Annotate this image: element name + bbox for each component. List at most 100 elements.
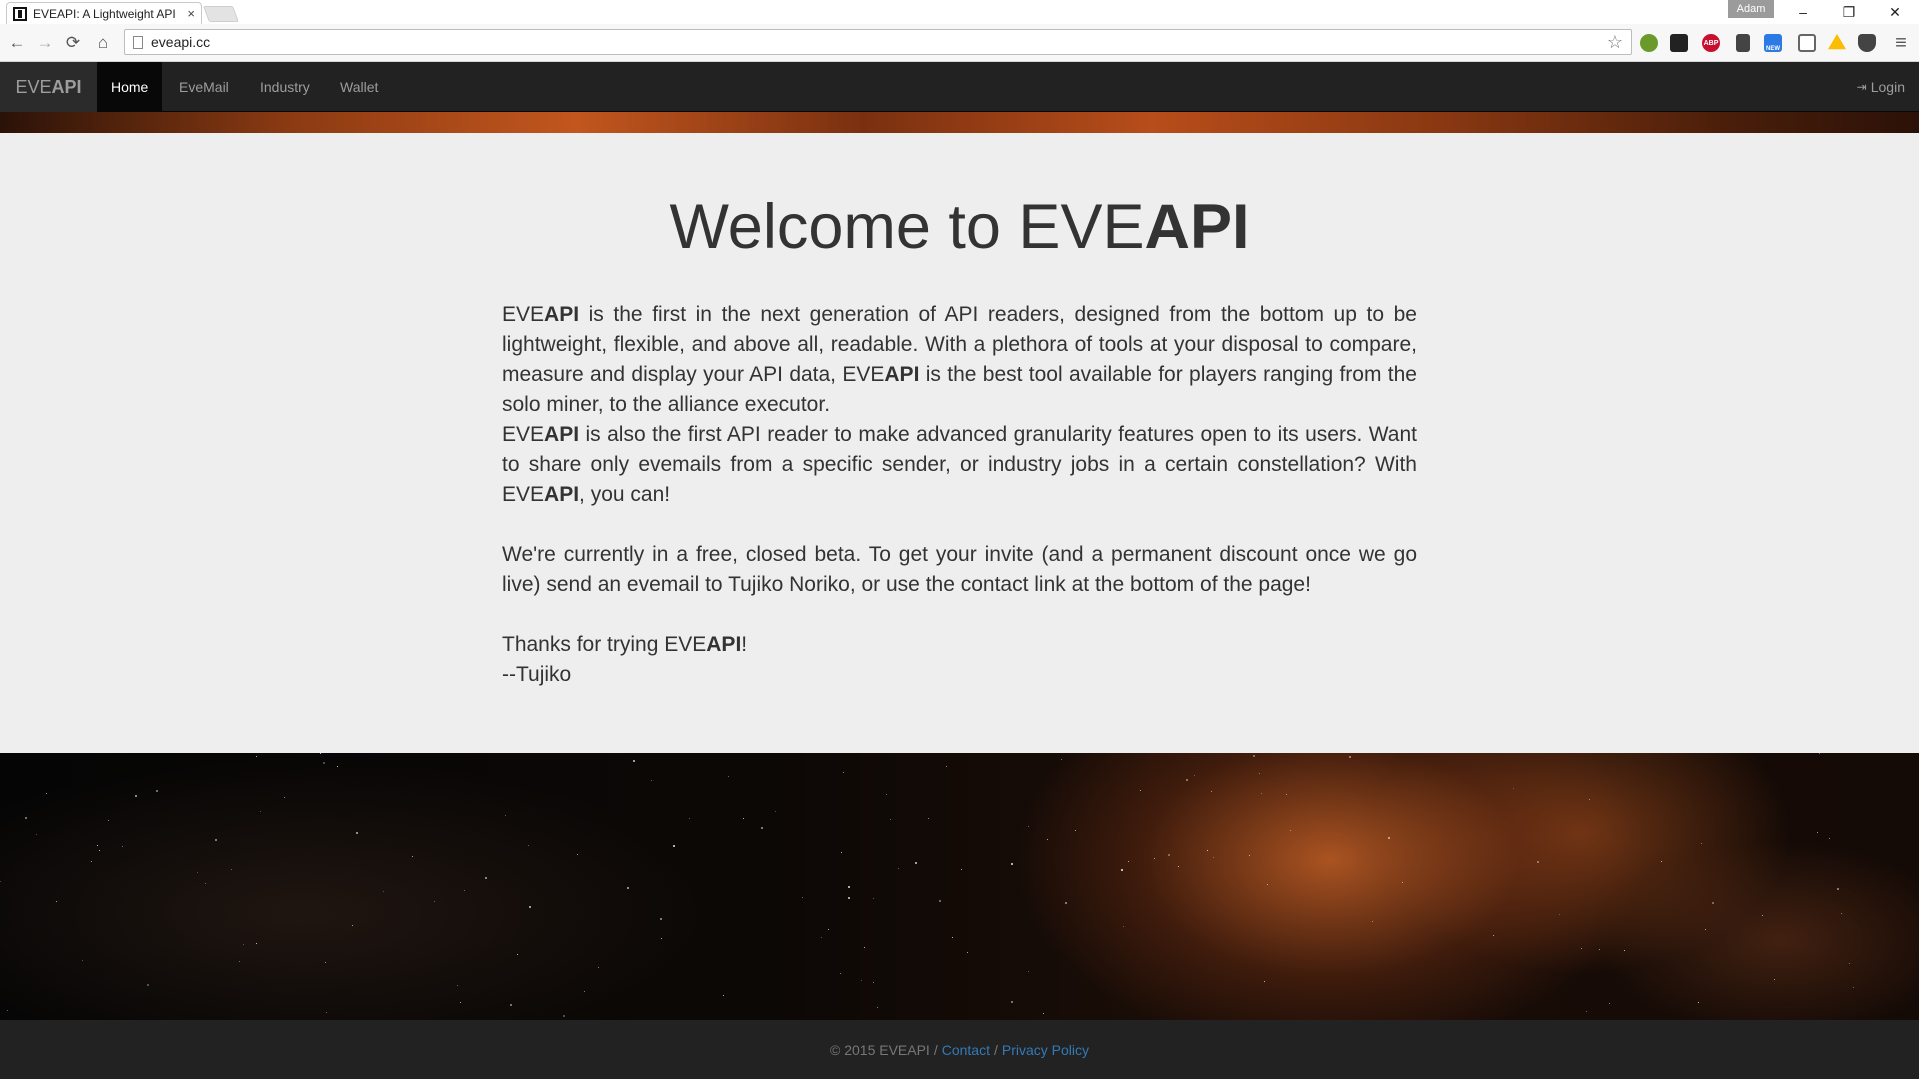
star-dot	[661, 938, 662, 939]
star-dot	[840, 973, 841, 974]
star-dot	[821, 937, 822, 938]
star-dot	[1705, 929, 1706, 930]
star-dot	[848, 886, 850, 888]
star-dot	[651, 780, 652, 781]
star-dot	[1213, 857, 1214, 858]
star-dot	[529, 906, 531, 908]
reload-icon[interactable]: ⟳	[62, 32, 84, 54]
cast-icon[interactable]	[1798, 34, 1816, 52]
star-dot	[563, 1015, 565, 1017]
star-dot	[56, 901, 57, 902]
star-dot	[356, 832, 358, 834]
navbar-brand[interactable]: EVE API	[0, 62, 97, 112]
star-dot	[886, 794, 887, 795]
login-link[interactable]: ⇥ Login	[1857, 62, 1905, 112]
thanks-line: Thanks for trying EVEAPI!	[502, 633, 748, 656]
restore-button[interactable]: ❐	[1828, 1, 1870, 23]
profile-badge[interactable]: Adam	[1728, 0, 1774, 18]
star-dot	[1011, 1001, 1013, 1003]
browser-toolbar: ← → ⟳ ⌂ eveapi.cc ☆ ABP NEW ≡	[0, 24, 1919, 62]
star-dot	[1841, 913, 1842, 914]
nav-wallet[interactable]: Wallet	[326, 62, 392, 112]
star-dot	[1402, 882, 1403, 883]
star-dot	[877, 1007, 878, 1008]
star-dot	[928, 818, 929, 819]
star-dot	[0, 881, 1, 882]
footer-contact-link[interactable]: Contact	[942, 1042, 990, 1058]
address-bar[interactable]: eveapi.cc ☆	[124, 29, 1632, 55]
forward-icon[interactable]: →	[34, 32, 56, 54]
star-dot	[1849, 963, 1850, 964]
star-dot	[1819, 753, 1820, 754]
star-dot	[412, 856, 413, 857]
star-dot	[82, 960, 83, 961]
star-dot	[1586, 1011, 1587, 1012]
bookmark-star-icon[interactable]: ☆	[1607, 32, 1623, 53]
pocket-icon[interactable]	[1858, 34, 1876, 52]
star-dot	[46, 793, 47, 794]
footer-privacy-link[interactable]: Privacy Policy	[1002, 1042, 1089, 1058]
star-dot	[383, 891, 384, 892]
back-icon[interactable]: ←	[6, 32, 28, 54]
nav-home[interactable]: Home	[97, 62, 163, 112]
star-dot	[99, 850, 100, 851]
new-extension-icon[interactable]: NEW	[1764, 34, 1782, 52]
nav-evemail[interactable]: EveMail	[165, 62, 243, 112]
star-dot	[243, 944, 244, 945]
star-dot	[843, 772, 844, 773]
star-dot	[1028, 826, 1029, 827]
star-dot	[1186, 779, 1188, 781]
star-dot	[156, 790, 158, 792]
adblock-extension-icon[interactable]: ABP	[1702, 34, 1720, 52]
star-dot	[961, 869, 962, 870]
star-dot	[510, 1004, 512, 1006]
beta-paragraph: We're currently in a free, closed beta. …	[502, 543, 1417, 596]
star-dot	[460, 1002, 461, 1003]
star-dot	[1249, 855, 1250, 856]
home-icon[interactable]: ⌂	[92, 32, 114, 54]
star-dot	[775, 811, 776, 812]
star-dot	[873, 898, 874, 899]
d-extension-icon[interactable]	[1670, 34, 1688, 52]
star-dot	[1559, 914, 1560, 915]
star-dot	[577, 854, 578, 855]
star-dot	[864, 947, 865, 948]
minimize-button[interactable]: –	[1782, 1, 1824, 23]
chrome-menu-icon[interactable]: ≡	[1890, 32, 1912, 54]
tab-close-icon[interactable]: ×	[187, 6, 195, 21]
star-dot	[1624, 950, 1625, 951]
pen-extension-icon[interactable]	[1736, 34, 1750, 52]
star-dot	[743, 818, 744, 819]
star-dot	[260, 811, 261, 812]
star-dot	[1128, 861, 1129, 862]
tab-title: EVEAPI: A Lightweight API	[33, 6, 176, 21]
footer-separator: /	[933, 1041, 938, 1058]
star-dot	[1047, 839, 1048, 840]
star-dot	[1123, 926, 1124, 927]
star-dot	[1388, 837, 1390, 839]
star-dot	[464, 890, 465, 891]
star-dot	[1774, 979, 1775, 980]
nav-industry[interactable]: Industry	[246, 62, 324, 112]
star-dot	[325, 962, 326, 963]
star-dot	[326, 1012, 327, 1013]
star-dot	[890, 819, 891, 820]
new-tab-button[interactable]	[203, 6, 239, 22]
star-dot	[1259, 773, 1260, 774]
star-dot	[517, 954, 518, 955]
close-window-button[interactable]: ✕	[1874, 1, 1916, 23]
star-dot	[802, 897, 803, 898]
star-dot	[1513, 788, 1514, 789]
star-dot	[256, 756, 257, 757]
star-dot	[1537, 861, 1539, 863]
intro-text: EVEAPI is the first in the next generati…	[502, 300, 1417, 690]
signature: --Tujiko	[502, 663, 572, 686]
browser-tab[interactable]: EVEAPI: A Lightweight API ×	[6, 2, 202, 24]
page-icon	[133, 35, 143, 49]
star-dot	[898, 868, 899, 869]
star-dot	[1817, 832, 1818, 833]
space-banner-top	[0, 112, 1919, 133]
shield-extension-icon[interactable]	[1640, 34, 1658, 52]
drive-icon[interactable]	[1828, 34, 1846, 50]
star-dot	[1211, 791, 1212, 792]
